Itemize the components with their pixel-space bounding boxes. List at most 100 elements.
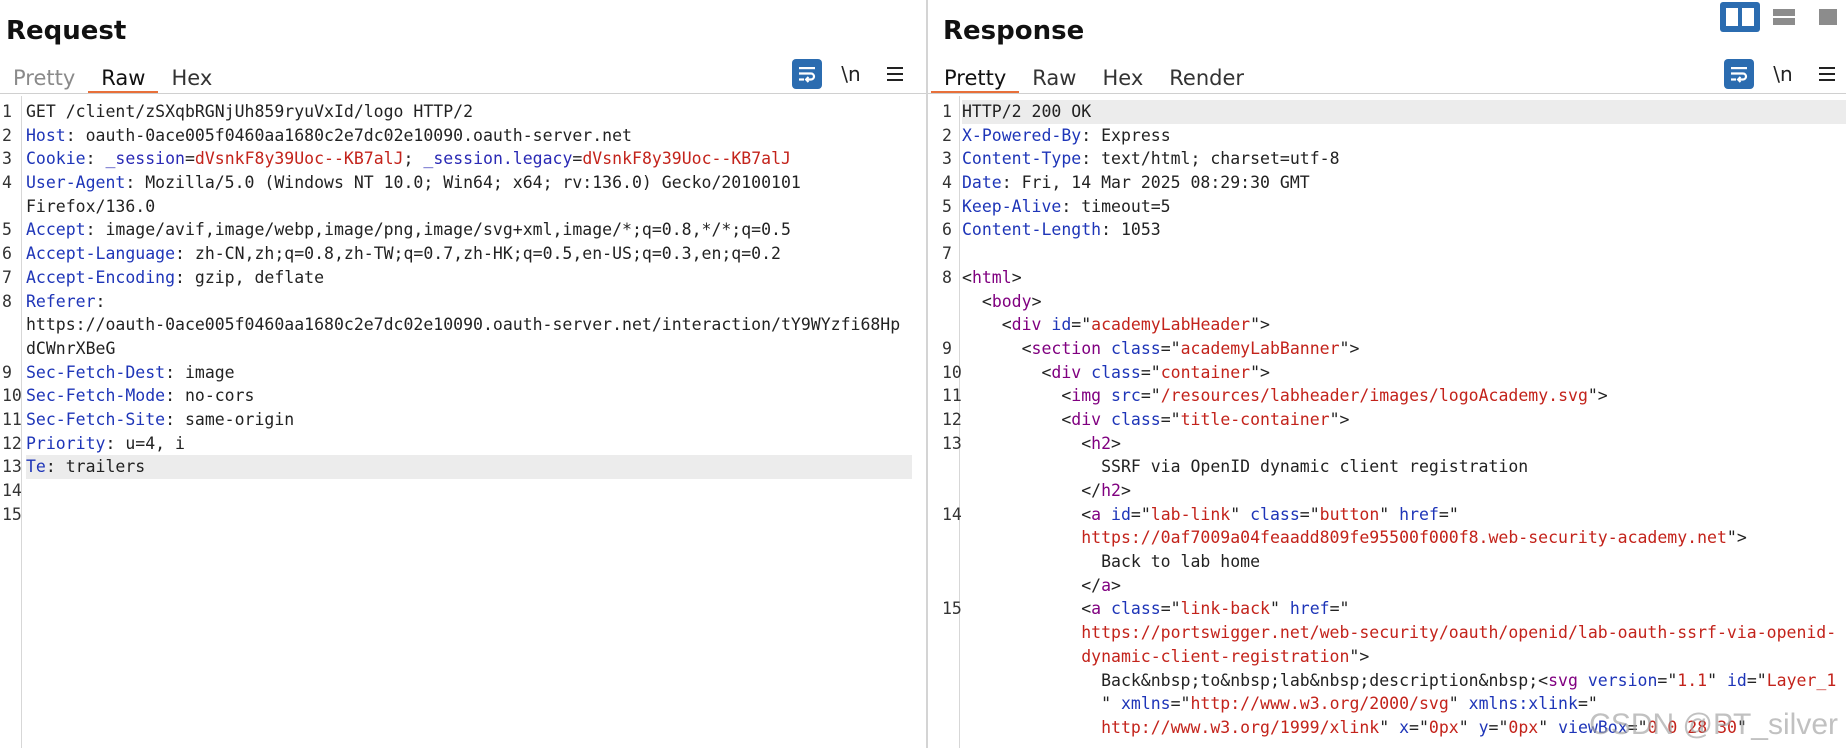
code-line: Back&nbsp;to&nbsp;lab&nbsp;description&n… — [928, 669, 1846, 693]
code-line: 5 Keep-Alive: timeout=5 — [928, 195, 1846, 219]
line-number: 2 — [2, 125, 12, 145]
code-line: 7 — [928, 242, 1846, 266]
code-token: https://portswigger.net/web-security/oau… — [962, 623, 1837, 643]
line-number: 10 — [942, 362, 962, 382]
code-token: https://oauth-0ace005f0460aa1680c2e7dc02… — [26, 315, 901, 335]
code-line: 1 HTTP/2 200 OK — [928, 100, 1846, 124]
code-token: = — [572, 149, 583, 169]
code-token: =" — [1657, 670, 1678, 690]
line-content: Host: oauth-0ace005f0460aa1680c2e7dc02e1… — [26, 124, 912, 148]
code-line: SSRF via OpenID dynamic client registrat… — [928, 455, 1846, 479]
line-number: 9 — [942, 338, 952, 358]
code-token: _session — [105, 149, 185, 169]
code-line: 12 <div class="title-container"> — [928, 408, 1846, 432]
code-line: </h2> — [928, 479, 1846, 503]
code-token: : timeout=5 — [1061, 196, 1171, 216]
word-wrap-icon[interactable] — [792, 59, 822, 89]
code-line: 10 Sec-Fetch-Mode: no-cors — [0, 384, 926, 408]
code-token: Layer_1 — [1766, 670, 1837, 690]
request-lines: 1 GET /client/zSXqbRGNjUh859ryuVxId/logo … — [0, 100, 926, 526]
code-token: http://www.w3.org/2000/svg — [1190, 694, 1449, 714]
line-number: 13 — [942, 433, 962, 453]
response-toolbar: \n — [1724, 59, 1842, 89]
code-token: academyLabBanner — [1180, 338, 1340, 358]
code-token: Date — [962, 173, 1002, 193]
code-line: 3 Content-Type: text/html; charset=utf-8 — [928, 147, 1846, 171]
menu-icon[interactable] — [1812, 59, 1842, 89]
split-vertical-layout-icon[interactable] — [1764, 2, 1804, 32]
code-token: div — [1011, 315, 1042, 335]
code-line: 3 Cookie: _session=dVsnkF8y39Uoc--KB7alJ;… — [0, 147, 926, 171]
line-number: 12 — [942, 409, 962, 429]
line-content: Priority: u=4, i — [26, 432, 912, 456]
line-content: Accept: image/avif,image/webp,image/png,… — [26, 218, 912, 242]
line-content: Sec-Fetch-Site: same-origin — [26, 408, 912, 432]
code-token: svg — [1548, 670, 1578, 690]
code-token: ; — [403, 149, 424, 169]
response-tab-raw[interactable]: Raw — [1019, 60, 1089, 94]
code-token: https://0af7009a04feaadd809fe95500f000f8… — [962, 528, 1727, 548]
line-number: 4 — [942, 173, 952, 193]
code-line: 4 Date: Fri, 14 Mar 2025 08:29:30 GMT — [928, 171, 1846, 195]
code-token: =" — [1170, 694, 1191, 714]
response-editor[interactable]: 1 HTTP/2 200 OK 2 X-Powered-By: Express 3 Con… — [928, 96, 1846, 748]
code-line: 6 Content-Length: 1053 — [928, 218, 1846, 242]
line-number: 5 — [2, 220, 12, 240]
request-tab-pretty[interactable]: Pretty — [0, 60, 88, 94]
response-tab-hex[interactable]: Hex — [1089, 60, 1156, 94]
response-tab-render[interactable]: Render — [1156, 60, 1257, 94]
menu-icon[interactable] — [880, 59, 910, 89]
code-token: =" — [1160, 599, 1181, 619]
line-number: 13 — [2, 457, 22, 477]
code-token: y — [1468, 717, 1489, 737]
code-token: img — [1071, 386, 1102, 406]
code-token: =" — [1438, 504, 1459, 524]
code-token: "> — [1726, 528, 1747, 548]
line-content: Te: trailers — [26, 455, 912, 480]
code-token: xmlns:xlink — [1458, 694, 1578, 714]
word-wrap-icon[interactable] — [1724, 59, 1754, 89]
code-line: 14 — [0, 479, 926, 503]
code-token: " — [1458, 717, 1469, 737]
code-token: : no-cors — [165, 386, 255, 406]
show-newlines-toggle[interactable]: \n — [836, 59, 866, 89]
code-line: dynamic-client-registration"> — [928, 645, 1846, 669]
code-token: GET /client/zSXqbRGNjUh859ryuVxId/logo H… — [26, 102, 474, 121]
code-token: class — [1081, 362, 1141, 382]
line-content: https://0af7009a04feaadd809fe95500f000f8… — [962, 526, 1846, 550]
single-pane-layout-icon[interactable] — [1808, 2, 1846, 32]
watermark: CSDN @PT_silver — [1589, 708, 1838, 741]
line-content: GET /client/zSXqbRGNjUh859ryuVxId/logo H… — [26, 100, 912, 124]
code-token: "> — [1250, 315, 1270, 335]
line-content: Firefox/136.0 — [26, 195, 912, 219]
request-editor[interactable]: 1 GET /client/zSXqbRGNjUh859ryuVxId/logo … — [0, 96, 926, 748]
request-tab-raw[interactable]: Raw — [88, 60, 159, 94]
request-tab-hex[interactable]: Hex — [158, 60, 225, 94]
code-token: Sec-Fetch-Mode — [26, 386, 166, 406]
line-number: 3 — [2, 149, 12, 169]
code-token: container — [1160, 362, 1251, 382]
code-token: =" — [1299, 504, 1320, 524]
line-content: <div class="title-container"> — [962, 408, 1846, 432]
code-token: "> — [1587, 386, 1608, 406]
line-content: X-Powered-By: Express — [962, 124, 1846, 148]
code-line: 11 <img src="/resources/labheader/images… — [928, 384, 1846, 408]
line-content: </a> — [962, 574, 1846, 598]
response-tab-pretty[interactable]: Pretty — [931, 60, 1020, 94]
code-token: lab-link — [1150, 504, 1231, 524]
code-line: 9 <section class="academyLabBanner"> — [928, 337, 1846, 361]
show-newlines-toggle[interactable]: \n — [1768, 59, 1798, 89]
code-token: Back&nbsp;to&nbsp;lab&nbsp;description&n… — [962, 670, 1539, 690]
code-token: < — [962, 433, 1092, 453]
code-token: X-Powered-By — [962, 125, 1082, 145]
code-token: < — [962, 315, 1012, 335]
code-token: " — [1269, 599, 1280, 619]
code-token: : u=4, i — [105, 433, 185, 453]
line-content: <a class="link-back" href=" — [962, 597, 1846, 621]
code-line: 14 <a id="lab-link" class="button" href=… — [928, 503, 1846, 527]
code-token: 0px — [1428, 717, 1459, 737]
code-token: "> — [1339, 338, 1360, 358]
code-token: </ — [962, 481, 1102, 500]
split-horizontal-layout-icon[interactable] — [1720, 2, 1760, 32]
code-token: dynamic-client-registration — [962, 646, 1350, 666]
